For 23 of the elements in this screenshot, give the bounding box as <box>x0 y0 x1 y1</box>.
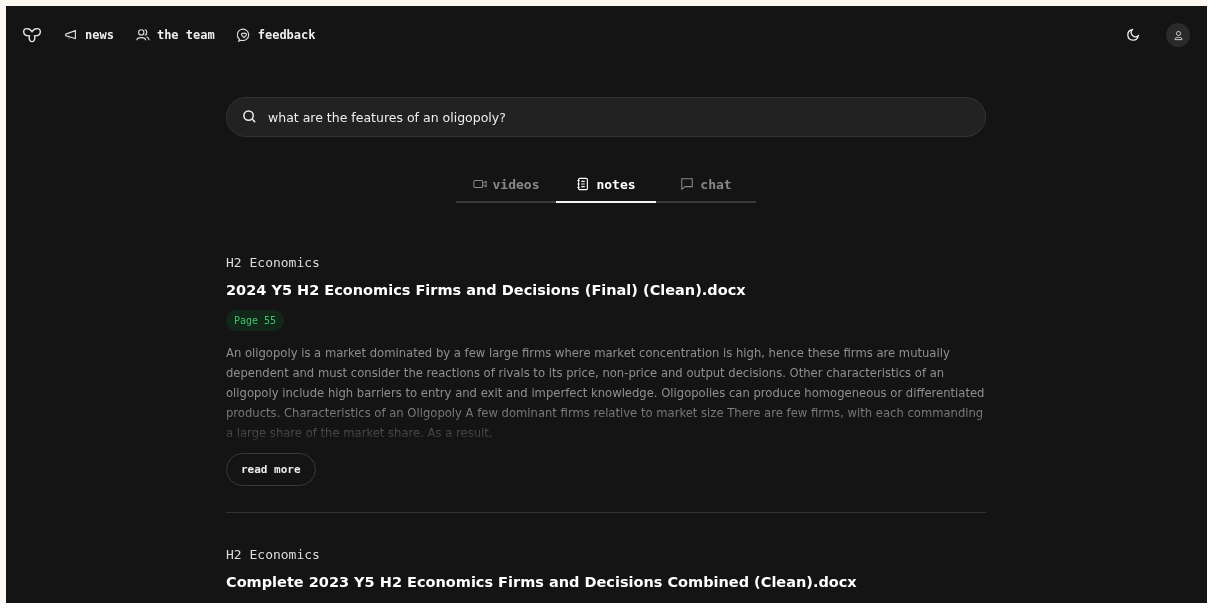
nav-link[interactable]: the team <box>135 28 215 42</box>
nav-link[interactable]: news <box>64 28 114 42</box>
video-camera-icon <box>472 177 487 191</box>
subject-label: H2 Economics <box>226 547 320 562</box>
chat-heart-icon <box>236 28 251 42</box>
subject-label: H2 Economics <box>226 255 320 270</box>
tab[interactable]: videos <box>456 167 556 203</box>
tab[interactable]: notes <box>556 167 656 203</box>
document-title[interactable]: 2024 Y5 H2 Economics Firms and Decisions (Final) (Clean).docx <box>226 282 746 298</box>
user-icon <box>1172 29 1184 41</box>
tab[interactable]: chat <box>656 167 756 203</box>
moon-icon[interactable] <box>1126 28 1140 42</box>
megaphone-icon <box>64 28 78 42</box>
avatar-button[interactable] <box>1166 23 1190 47</box>
search-field[interactable]: what are the features of an oligopoly? <box>226 97 986 137</box>
people-icon <box>135 28 150 42</box>
notebook-icon <box>576 177 591 191</box>
document-title[interactable]: Complete 2023 Y5 H2 Economics Firms and Decisions Combined (Clean).docx <box>226 574 857 590</box>
chat-bubble-icon <box>680 177 695 191</box>
search-icon <box>242 109 257 124</box>
page-badge: Page 55 <box>226 310 285 331</box>
logo-icon[interactable] <box>22 26 42 44</box>
nav-link[interactable]: feedback <box>236 28 316 42</box>
